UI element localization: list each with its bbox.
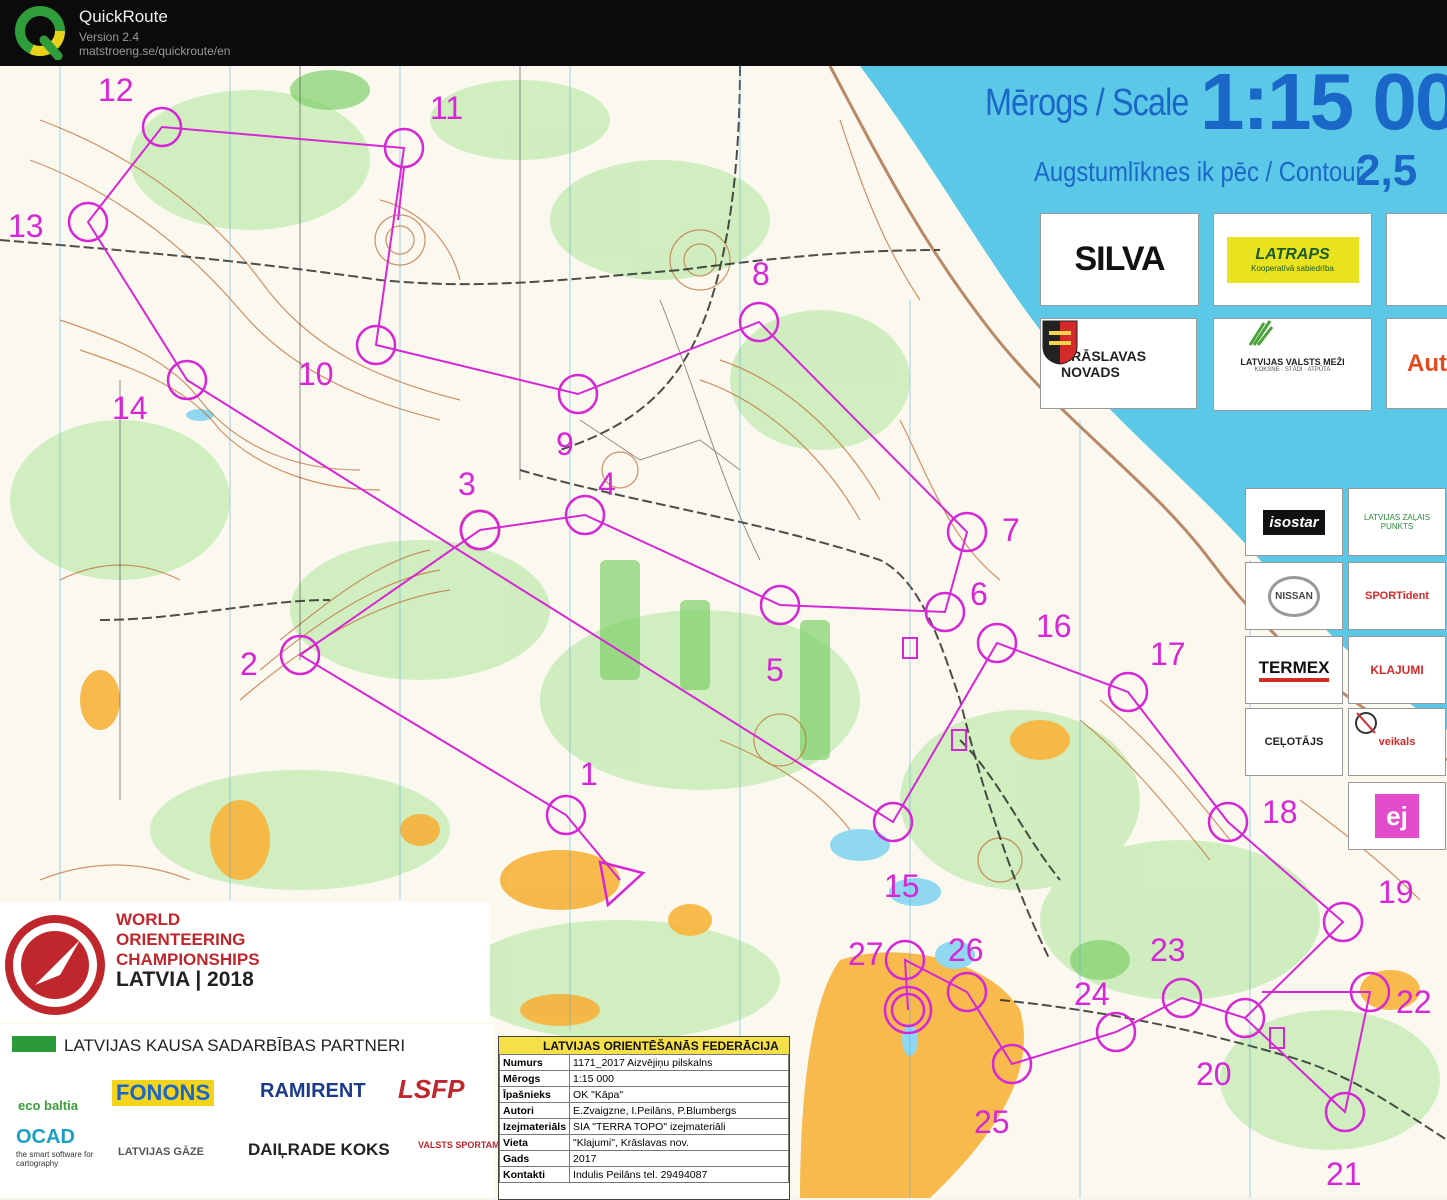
- partners-title: LATVIJAS KAUSA SADARBĪBAS PARTNERI: [64, 1036, 406, 1055]
- control-number: 3: [458, 466, 476, 502]
- sponsor-veikals: veikals: [1348, 708, 1446, 776]
- control-number: 5: [766, 652, 784, 688]
- control-number: 11: [430, 90, 464, 126]
- partner-dailrade-koks: DAIĻRADE KOKS: [248, 1140, 390, 1159]
- scale-label: Mērogs / Scale: [985, 82, 1189, 124]
- partner-ocad: OCAD: [16, 1126, 75, 1148]
- partner-ramirent: RAMIRENT: [260, 1080, 366, 1102]
- compass-logo-icon: [5, 915, 105, 1015]
- control-number: 21: [1326, 1156, 1362, 1192]
- control-number: 12: [98, 72, 134, 108]
- sponsor-latraps: LATRAPS Kooperatīvā sabiedrība: [1213, 213, 1372, 306]
- sponsor-sportident: SPORTident: [1348, 562, 1446, 630]
- partner-valsts-sportam: VALSTS SPORTAM: [418, 1140, 500, 1150]
- control-number: 22: [1396, 984, 1432, 1020]
- sponsor-partial: [1386, 213, 1447, 306]
- table-row: Izejmateriāls SIA "TERRA TOPO" izejmateri…: [498, 1118, 789, 1135]
- veikals-logo-icon: [1355, 712, 1377, 734]
- sponsor-silva: SILVA: [1040, 213, 1199, 306]
- app-name: QuickRoute: [79, 7, 168, 26]
- control-number: 10: [298, 356, 334, 392]
- control-number: 2: [240, 646, 258, 682]
- sponsor-zalais-punkts: LATVIJAS ZAĻAIS PUNKTS: [1348, 488, 1446, 556]
- sponsor-termex: TERMEX: [1245, 636, 1343, 704]
- tree-icon: [1248, 320, 1274, 346]
- sponsor-celotajs: CEĻOTĀJS: [1245, 708, 1343, 776]
- control-number: 23: [1150, 932, 1186, 968]
- lof-badge-icon: [12, 1036, 56, 1052]
- table-row: Autori E.Zvaigzne, I.Peilāns, P.Blumbergs: [498, 1102, 789, 1119]
- map-info-table: LATVIJAS ORIENTĒŠANĀS FEDERĀCIJA Numurs 1…: [498, 1036, 790, 1200]
- control-number: 13: [8, 208, 44, 244]
- control-number: 20: [1196, 1056, 1232, 1092]
- woc-title: WORLD ORIENTEERING CHAMPIONSHIPS LATVIA …: [116, 910, 260, 991]
- control-number: 14: [112, 390, 148, 426]
- sponsor-lvm: LATVIJAS VALSTS MEŽI KOKSNE · STĀDI · AT…: [1213, 318, 1372, 411]
- app-version: Version 2.4: [79, 30, 140, 44]
- control-number: 26: [948, 932, 984, 968]
- quickroute-logo-icon: [15, 6, 65, 60]
- scale-value: 1:15 00: [1200, 66, 1447, 146]
- contour-value: 2,5: [1356, 146, 1418, 195]
- control-number: 1: [580, 756, 598, 792]
- control-number: 6: [970, 576, 988, 612]
- kraslava-crest-icon: [1042, 320, 1078, 365]
- table-row: Mērogs 1:15 000: [498, 1070, 789, 1087]
- sponsor-isostar: isostar: [1245, 488, 1343, 556]
- control-number: 9: [556, 426, 574, 462]
- table-row: Vieta "Klajumi", Krāslavas nov.: [498, 1134, 789, 1151]
- table-row: Gads 2017: [498, 1150, 789, 1167]
- info-header: LATVIJAS ORIENTĒŠANĀS FEDERĀCIJA: [499, 1037, 789, 1054]
- partner-fonons: FONONS: [112, 1080, 215, 1106]
- partner-lsfp: LSFP: [398, 1074, 465, 1104]
- control-number: 7: [1002, 512, 1020, 548]
- control-number: 4: [598, 466, 616, 502]
- control-number: 16: [1036, 608, 1072, 644]
- control-number: 8: [752, 256, 770, 292]
- control-number: 15: [884, 868, 920, 904]
- control-number: 25: [974, 1104, 1010, 1140]
- partner-ecobaltia: eco baltia: [18, 1098, 78, 1113]
- sponsor-klajumi: KLAJUMI: [1348, 636, 1446, 704]
- control-number: 17: [1150, 636, 1186, 672]
- control-number: 19: [1378, 874, 1414, 910]
- control-number: 24: [1074, 976, 1110, 1012]
- sponsor-ej: ej: [1348, 782, 1446, 850]
- table-row: Numurs 1171_2017 Aizvējiņu pilskalns: [498, 1054, 789, 1071]
- table-row: Īpašnieks OK "Kāpa": [498, 1086, 789, 1103]
- partner-latvijas-gaze: LATVIJAS GĀZE: [118, 1146, 204, 1158]
- partner-ocad-sub: the smart software for cartography: [16, 1150, 94, 1168]
- sponsor-kraslava: KRĀSLAVAS NOVADS: [1040, 318, 1197, 409]
- title-bar: QuickRoute Version 2.4 matstroeng.se/qui…: [0, 0, 1447, 66]
- app-url[interactable]: matstroeng.se/quickroute/en: [79, 44, 230, 58]
- table-row: Kontakti Indulis Peilāns tel. 29494087: [498, 1166, 789, 1183]
- contour-label: Augstumlīknes ik pēc / Contour: [1034, 156, 1364, 187]
- sponsor-nissan: NISSAN: [1245, 562, 1343, 630]
- control-number: 27: [848, 936, 884, 972]
- sponsor-auto: Aut: [1386, 318, 1447, 409]
- control-number: 18: [1262, 794, 1298, 830]
